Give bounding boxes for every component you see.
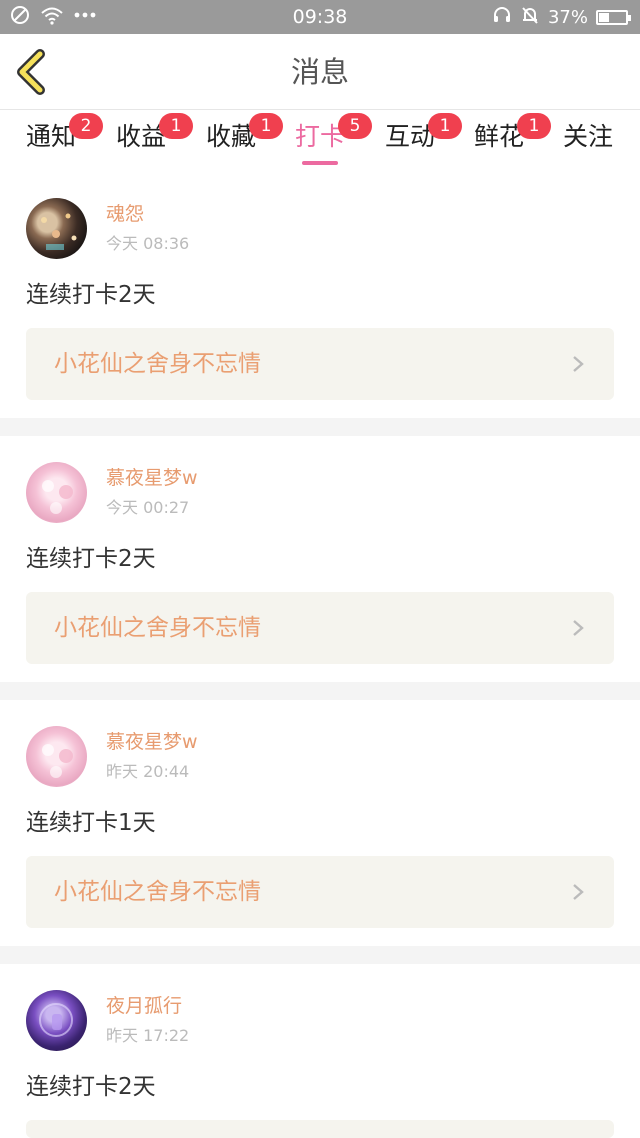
divider (0, 682, 640, 700)
story-title: 小花仙之舍身不忘情 (54, 879, 261, 905)
story-link[interactable]: 小花仙之舍身不忘情 (26, 592, 614, 664)
avatar[interactable] (26, 726, 87, 787)
list-item: 慕夜星梦w 昨天 20:44 连续打卡1天 小花仙之舍身不忘情 (0, 726, 640, 946)
avatar[interactable] (26, 198, 87, 259)
unread-badge: 1 (428, 113, 462, 139)
chevron-right-icon (573, 884, 584, 900)
story-title: 小花仙之舍身不忘情 (54, 351, 261, 377)
story-title: 小花仙之舍身不忘情 (54, 615, 261, 641)
tab-earnings[interactable]: 收益 1 (103, 113, 193, 167)
tab-following[interactable]: 关注 (550, 121, 626, 167)
tab-interactions[interactable]: 互动 1 (372, 113, 462, 167)
unread-badge: 5 (338, 113, 372, 139)
timestamp: 昨天 20:44 (106, 762, 190, 781)
tab-favorites[interactable]: 收藏 1 (193, 113, 283, 167)
checkin-message: 连续打卡2天 (26, 1074, 156, 1100)
tab-flowers[interactable]: 鲜花 1 (461, 113, 551, 167)
top-nav-bar: 消息 (0, 34, 640, 110)
checkin-message: 连续打卡1天 (26, 810, 156, 836)
unread-badge: 1 (159, 113, 193, 139)
tab-checkin[interactable]: 打卡 5 (282, 113, 372, 167)
tab-notifications[interactable]: 通知 2 (13, 113, 103, 167)
status-bar: 09:38 37% (0, 0, 640, 34)
username[interactable]: 夜月孤行 (106, 994, 182, 1018)
username[interactable]: 魂怨 (106, 202, 144, 226)
checkin-message: 连续打卡2天 (26, 282, 156, 308)
unread-badge: 1 (249, 113, 283, 139)
unread-badge: 2 (69, 113, 103, 139)
avatar[interactable] (26, 462, 87, 523)
timestamp: 今天 08:36 (106, 234, 190, 253)
chevron-right-icon (573, 356, 584, 372)
battery-level (599, 12, 609, 22)
battery-percent: 37% (547, 6, 588, 28)
divider (0, 418, 640, 436)
mute-bell-icon (520, 5, 540, 30)
timestamp: 今天 00:27 (106, 498, 190, 517)
category-tabs: 通知 2 收益 1 收藏 1 打卡 5 互动 1 鲜花 1 关注 (0, 111, 640, 169)
active-tab-indicator (302, 161, 338, 165)
avatar[interactable] (26, 990, 87, 1051)
page-title: 消息 (290, 55, 349, 89)
username[interactable]: 慕夜星梦w (106, 466, 198, 490)
checkin-message: 连续打卡2天 (26, 546, 156, 572)
username[interactable]: 慕夜星梦w (106, 730, 198, 754)
list-item: 慕夜星梦w 今天 00:27 连续打卡2天 小花仙之舍身不忘情 (0, 462, 640, 682)
tab-label: 关注 (562, 122, 613, 151)
divider (0, 946, 640, 964)
timestamp: 昨天 17:22 (106, 1026, 190, 1045)
story-link[interactable] (26, 1120, 614, 1138)
unread-badge: 1 (517, 113, 551, 139)
status-right-icons: 37% (492, 5, 631, 30)
chevron-right-icon (573, 620, 584, 636)
list-item: 夜月孤行 昨天 17:22 连续打卡2天 (0, 990, 640, 1138)
story-link[interactable]: 小花仙之舍身不忘情 (26, 856, 614, 928)
battery-icon (596, 9, 631, 25)
story-link[interactable]: 小花仙之舍身不忘情 (26, 328, 614, 400)
list-item: 魂怨 今天 08:36 连续打卡2天 小花仙之舍身不忘情 (0, 198, 640, 418)
headset-icon (492, 5, 512, 30)
